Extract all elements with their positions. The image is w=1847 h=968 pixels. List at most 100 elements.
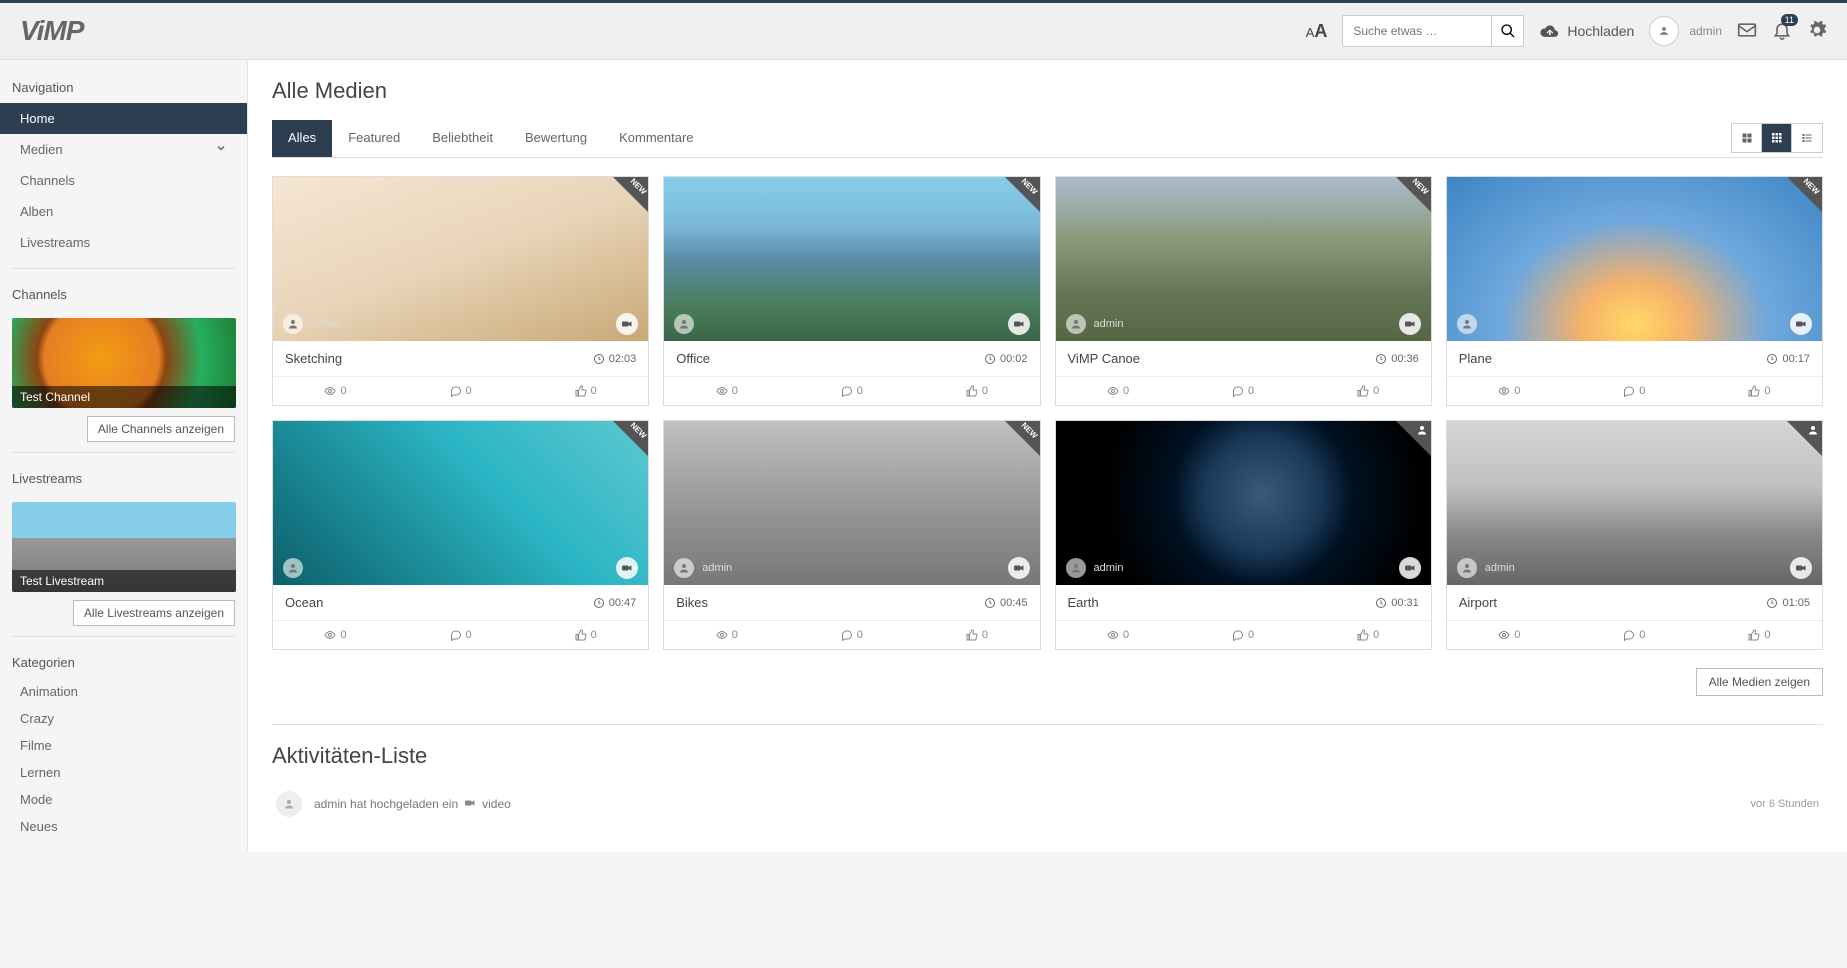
clock-icon bbox=[1766, 597, 1778, 609]
sidebar-item-home[interactable]: Home bbox=[0, 103, 247, 134]
views-stat: 0 bbox=[1107, 385, 1129, 397]
media-thumb[interactable]: admin bbox=[1056, 421, 1431, 585]
category-item[interactable]: Mode bbox=[20, 786, 227, 813]
media-thumb[interactable]: NEW bbox=[1447, 177, 1822, 341]
media-duration: 00:36 bbox=[1375, 353, 1419, 365]
media-duration: 01:05 bbox=[1766, 597, 1810, 609]
media-title: Office bbox=[676, 351, 710, 366]
categories-section-title: Kategorien bbox=[0, 647, 247, 678]
list-icon bbox=[1801, 132, 1813, 144]
comments-stat: 0 bbox=[450, 385, 472, 397]
media-card[interactable]: NEWadminSketching02:03000 bbox=[272, 176, 649, 406]
likes-stat: 0 bbox=[1748, 629, 1770, 641]
tab-featured[interactable]: Featured bbox=[332, 120, 416, 157]
media-card[interactable]: NEWadminBikes00:45000 bbox=[663, 420, 1040, 650]
grid-large-icon bbox=[1741, 132, 1753, 144]
category-item[interactable]: Crazy bbox=[20, 705, 227, 732]
media-thumb[interactable]: NEWadmin bbox=[273, 177, 648, 341]
media-thumb[interactable]: NEWadmin bbox=[1056, 177, 1431, 341]
activity-item[interactable]: admin hat hochgeladen einvideovor 6 Stun… bbox=[272, 783, 1823, 825]
gear-icon bbox=[1807, 20, 1827, 40]
media-card[interactable]: NEWPlane00:17000 bbox=[1446, 176, 1823, 406]
thumb-user bbox=[674, 314, 694, 334]
media-card[interactable]: NEWOffice00:02000 bbox=[663, 176, 1040, 406]
user-avatar-icon bbox=[283, 314, 303, 334]
user-avatar-icon bbox=[1457, 558, 1477, 578]
media-title: Ocean bbox=[285, 595, 323, 610]
tab-alles[interactable]: Alles bbox=[272, 120, 332, 157]
header: ViMP AA Hochladen admin 11 bbox=[0, 0, 1847, 60]
user-avatar-icon bbox=[1066, 558, 1086, 578]
media-card[interactable]: adminAirport01:05000 bbox=[1446, 420, 1823, 650]
sidebar-item-channels[interactable]: Channels bbox=[0, 165, 247, 196]
search-input[interactable] bbox=[1342, 15, 1492, 47]
tab-bewertung[interactable]: Bewertung bbox=[509, 120, 603, 157]
thumb-user bbox=[283, 558, 303, 578]
likes-stat: 0 bbox=[966, 385, 988, 397]
search-button[interactable] bbox=[1492, 15, 1524, 47]
category-item[interactable]: Animation bbox=[20, 678, 227, 705]
thumbs-up-icon bbox=[575, 385, 587, 397]
sidebar-item-medien[interactable]: Medien bbox=[0, 134, 247, 165]
sidebar-item-label: Livestreams bbox=[20, 235, 90, 250]
media-title: Airport bbox=[1459, 595, 1497, 610]
eye-icon bbox=[1498, 385, 1510, 397]
media-duration: 00:47 bbox=[593, 597, 637, 609]
channels-section-title: Channels bbox=[0, 279, 247, 310]
eye-icon bbox=[324, 629, 336, 641]
activity-time: vor 6 Stunden bbox=[1751, 798, 1820, 810]
likes-stat: 0 bbox=[1748, 385, 1770, 397]
media-card[interactable]: NEWOcean00:47000 bbox=[272, 420, 649, 650]
grid-small-icon bbox=[1771, 132, 1783, 144]
livestream-thumb[interactable]: Test Livestream bbox=[12, 502, 236, 592]
category-item[interactable]: Lernen bbox=[20, 759, 227, 786]
thumb-user: admin bbox=[674, 558, 732, 578]
sidebar-item-livestreams[interactable]: Livestreams bbox=[0, 227, 247, 258]
tab-beliebtheit[interactable]: Beliebtheit bbox=[416, 120, 509, 157]
sidebar-item-alben[interactable]: Alben bbox=[0, 196, 247, 227]
video-camera-icon bbox=[1790, 313, 1812, 335]
media-title: Earth bbox=[1068, 595, 1099, 610]
logo[interactable]: ViMP bbox=[20, 15, 83, 47]
thumbs-up-icon bbox=[966, 385, 978, 397]
settings-button[interactable] bbox=[1807, 20, 1827, 43]
show-all-media-button[interactable]: Alle Medien zeigen bbox=[1696, 668, 1823, 696]
media-duration: 00:31 bbox=[1375, 597, 1419, 609]
view-grid-small-button[interactable] bbox=[1762, 124, 1792, 152]
comments-stat: 0 bbox=[1232, 629, 1254, 641]
show-all-channels-button[interactable]: Alle Channels anzeigen bbox=[87, 416, 235, 442]
user-menu[interactable]: admin bbox=[1649, 16, 1722, 46]
messages-button[interactable] bbox=[1737, 20, 1757, 43]
views-stat: 0 bbox=[324, 385, 346, 397]
views-stat: 0 bbox=[716, 629, 738, 641]
media-thumb[interactable]: NEW bbox=[664, 177, 1039, 341]
clock-icon bbox=[1375, 597, 1387, 609]
likes-stat: 0 bbox=[966, 629, 988, 641]
nav-section-title: Navigation bbox=[0, 72, 247, 103]
view-grid-large-button[interactable] bbox=[1732, 124, 1762, 152]
comments-stat: 0 bbox=[841, 629, 863, 641]
channel-thumb[interactable]: Test Channel bbox=[12, 318, 236, 408]
category-item[interactable]: Neues bbox=[20, 813, 227, 840]
upload-button[interactable]: Hochladen bbox=[1539, 21, 1634, 41]
tab-kommentare[interactable]: Kommentare bbox=[603, 120, 709, 157]
clock-icon bbox=[984, 597, 996, 609]
media-card[interactable]: adminEarth00:31000 bbox=[1055, 420, 1432, 650]
clock-icon bbox=[1375, 353, 1387, 365]
category-item[interactable]: Filme bbox=[20, 732, 227, 759]
media-thumb[interactable]: admin bbox=[1447, 421, 1822, 585]
media-thumb[interactable]: NEWadmin bbox=[664, 421, 1039, 585]
video-camera-icon bbox=[464, 797, 476, 812]
comments-stat: 0 bbox=[1623, 385, 1645, 397]
comments-stat: 0 bbox=[1232, 385, 1254, 397]
media-title: Plane bbox=[1459, 351, 1492, 366]
font-size-toggle[interactable]: AA bbox=[1306, 21, 1328, 42]
user-avatar-icon bbox=[283, 558, 303, 578]
notifications-button[interactable]: 11 bbox=[1772, 20, 1792, 43]
comment-icon bbox=[1232, 385, 1244, 397]
show-all-livestreams-button[interactable]: Alle Livestreams anzeigen bbox=[73, 600, 235, 626]
view-list-button[interactable] bbox=[1792, 124, 1822, 152]
media-thumb[interactable]: NEW bbox=[273, 421, 648, 585]
user-avatar-icon bbox=[1457, 314, 1477, 334]
media-card[interactable]: NEWadminViMP Canoe00:36000 bbox=[1055, 176, 1432, 406]
